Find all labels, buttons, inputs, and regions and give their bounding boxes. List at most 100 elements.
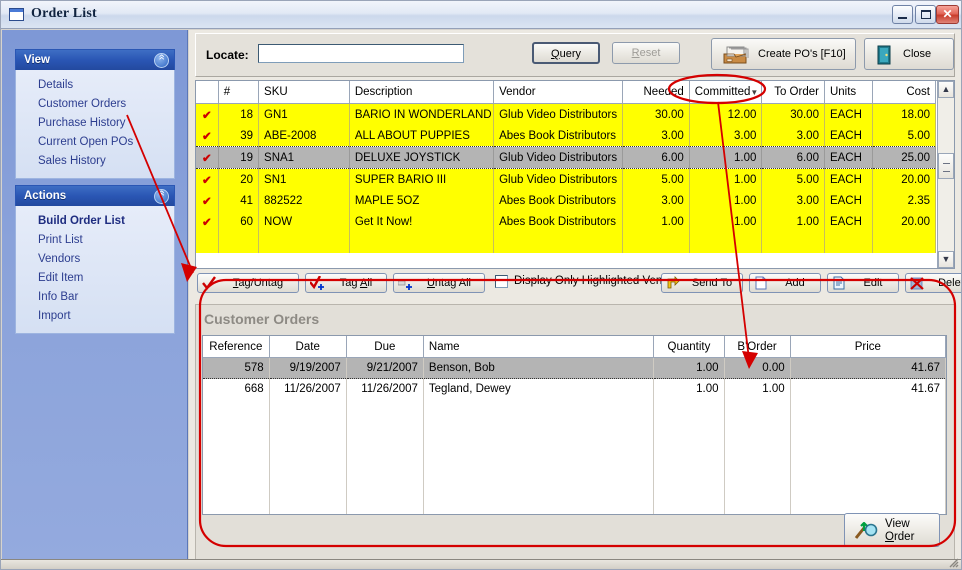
sidebar-item-build-order-list[interactable]: Build Order List [16, 212, 174, 231]
close-button[interactable]: Close [864, 38, 954, 70]
col-committed[interactable]: Committed▼ [689, 81, 763, 104]
tag-all-button[interactable]: Tag All [305, 273, 387, 293]
row-needed: 1.00 [622, 211, 690, 232]
col-border[interactable]: B'Order [724, 336, 791, 358]
empty-cell [269, 399, 347, 514]
search-input[interactable] [258, 44, 464, 63]
reset-button[interactable]: Reset [612, 42, 680, 64]
sidebar-item-vendors[interactable]: Vendors [16, 250, 174, 269]
scroll-down-icon[interactable]: ▼ [938, 251, 954, 268]
delete-button[interactable]: Delete [905, 273, 961, 293]
table-filler-row [203, 399, 946, 514]
table-row[interactable]: ✔ 20 SN1 SUPER BARIO III Glub Video Dist… [196, 168, 936, 190]
scrollbar-thumb[interactable] [938, 153, 954, 179]
row-units: EACH [824, 190, 874, 211]
col-to-order[interactable]: To Order [761, 81, 825, 104]
resize-grip-icon[interactable] [947, 556, 959, 568]
col-due[interactable]: Due [346, 336, 424, 358]
col-description[interactable]: Description [349, 81, 495, 104]
window-icon [9, 8, 24, 21]
create-po-button[interactable]: Create PO's [F10] [711, 38, 856, 70]
sidebar: View Details Customer Orders Purchase Hi… [2, 30, 188, 569]
col-name[interactable]: Name [423, 336, 655, 358]
row-tag-check[interactable]: ✔ [196, 125, 219, 147]
row-tag-check[interactable]: ✔ [196, 146, 219, 169]
sidebar-item-customer-orders[interactable]: Customer Orders [16, 95, 174, 114]
untag-all-label: ntag All [434, 277, 472, 289]
row-tag-check[interactable]: ✔ [196, 103, 219, 125]
table-row[interactable]: ✔ 60 NOW Get It Now! Abes Book Distribut… [196, 211, 936, 232]
locate-label: Locate: [206, 48, 249, 62]
sidebar-item-current-open-pos[interactable]: Current Open POs [16, 133, 174, 152]
order-grid-header-row: # SKU Description Vendor Needed Committe… [196, 81, 936, 104]
tag-untag-button[interactable]: Tag/Untag [197, 273, 299, 293]
scroll-up-icon[interactable]: ▲ [938, 81, 954, 98]
list-item[interactable]: 668 11/26/2007 11/26/2007 Tegland, Dewey… [203, 378, 946, 399]
co-name: Tegland, Dewey [423, 378, 655, 399]
col-number[interactable]: # [218, 81, 260, 104]
send-to-button[interactable]: Send To [661, 273, 743, 293]
row-sku: GN1 [258, 103, 350, 125]
query-button[interactable]: Query [532, 42, 600, 64]
untag-all-button[interactable]: Untag All [393, 273, 485, 293]
sidebar-item-import[interactable]: Import [16, 307, 174, 326]
table-row[interactable]: ✔ 41 882522 MAPLE 5OZ Abes Book Distribu… [196, 190, 936, 211]
sidebar-item-print-list[interactable]: Print List [16, 231, 174, 250]
co-quantity: 1.00 [653, 357, 725, 379]
empty-cell [218, 232, 260, 253]
row-to-order: 30.00 [761, 103, 825, 125]
row-vendor: Glub Video Distributors [493, 168, 624, 190]
col-tag[interactable] [196, 81, 219, 104]
row-sku: NOW [258, 211, 350, 232]
sidebar-panel-view-body: Details Customer Orders Purchase History… [15, 70, 175, 179]
chevron-up-icon[interactable] [154, 189, 169, 204]
sidebar-item-edit-item[interactable]: Edit Item [16, 269, 174, 288]
col-quantity[interactable]: Quantity [653, 336, 725, 358]
chevron-up-icon[interactable] [154, 53, 169, 68]
list-item-selected[interactable]: 578 9/19/2007 9/21/2007 Benson, Bob 1.00… [203, 357, 946, 379]
sidebar-item-info-bar[interactable]: Info Bar [16, 288, 174, 307]
sidebar-item-purchase-history[interactable]: Purchase History [16, 114, 174, 133]
sidebar-item-details[interactable]: Details [16, 76, 174, 95]
row-committed: 3.00 [689, 125, 763, 147]
col-committed-label: Committed [694, 86, 751, 98]
view-order-button[interactable]: View Order [844, 513, 940, 547]
send-arrow-icon [667, 276, 680, 289]
order-grid[interactable]: # SKU Description Vendor Needed Committe… [195, 80, 955, 269]
close-window-button[interactable]: ✕ [936, 5, 959, 24]
col-reference[interactable]: Reference [203, 336, 270, 358]
row-cost: 20.00 [872, 211, 936, 232]
sidebar-panel-actions-header[interactable]: Actions [15, 185, 175, 206]
row-tag-check[interactable]: ✔ [196, 190, 219, 211]
row-number: 19 [218, 146, 260, 169]
empty-cell [349, 232, 495, 253]
delete-label: Delete [938, 277, 961, 289]
grid-vertical-scrollbar[interactable]: ▲ ▼ [937, 81, 954, 268]
display-only-highlighted-checkbox[interactable] [495, 275, 508, 288]
sidebar-item-sales-history[interactable]: Sales History [16, 152, 174, 171]
maximize-button[interactable] [915, 5, 936, 24]
col-units[interactable]: Units [824, 81, 874, 104]
add-button[interactable]: Add [749, 273, 821, 293]
sidebar-panel-view-header[interactable]: View [15, 49, 175, 70]
row-description: Get It Now! [349, 211, 495, 232]
customer-orders-grid[interactable]: Reference Date Due Name Quantity B'Order… [202, 335, 947, 515]
col-sku[interactable]: SKU [258, 81, 350, 104]
col-needed[interactable]: Needed [622, 81, 690, 104]
table-row[interactable]: ✔ 18 GN1 BARIO IN WONDERLAND Glub Video … [196, 103, 936, 125]
row-to-order: 6.00 [761, 146, 825, 169]
minimize-button[interactable] [892, 5, 913, 24]
col-date[interactable]: Date [269, 336, 347, 358]
co-price: 41.67 [790, 357, 946, 379]
table-row-selected[interactable]: ✔ 19 SNA1 DELUXE JOYSTICK Glub Video Dis… [196, 146, 936, 169]
close-icon: ✕ [942, 7, 953, 21]
row-tag-check[interactable]: ✔ [196, 168, 219, 190]
col-cost[interactable]: Cost [872, 81, 936, 104]
edit-button[interactable]: Edit [827, 273, 899, 293]
row-number: 60 [218, 211, 260, 232]
col-price[interactable]: Price [790, 336, 946, 358]
co-price: 41.67 [790, 378, 946, 399]
table-row[interactable]: ✔ 39 ABE-2008 ALL ABOUT PUPPIES Abes Boo… [196, 125, 936, 147]
row-tag-check[interactable]: ✔ [196, 211, 219, 232]
col-vendor[interactable]: Vendor [493, 81, 624, 104]
